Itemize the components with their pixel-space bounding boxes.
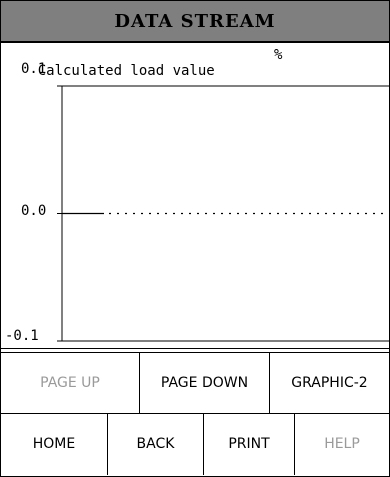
nav-graphic-2-button[interactable]: GRAPHIC-2 [270, 353, 389, 413]
nav-print-button[interactable]: PRINT [204, 413, 295, 475]
button-panel: PAGE UP PAGE DOWN GRAPHIC-2 HOME BACK PRINT H… [1, 348, 389, 477]
load-value-chart [57, 85, 389, 342]
button-row-2: HOME BACK PRINT HELP [1, 413, 389, 475]
chart-frame [61, 85, 389, 342]
nav-help-button[interactable]: HELP [295, 413, 389, 475]
series-layer [57, 85, 389, 342]
nav-home-button[interactable]: HOME [1, 413, 108, 475]
button-row-1: PAGE UP PAGE DOWN GRAPHIC-2 [1, 352, 389, 414]
data-stream-screen: DATA STREAM Calculated load value % 0.1 … [0, 0, 390, 477]
nav-page-down-button[interactable]: PAGE DOWN [140, 353, 270, 413]
nav-page-up-button[interactable]: PAGE UP [1, 353, 140, 413]
nav-back-button[interactable]: BACK [108, 413, 204, 475]
